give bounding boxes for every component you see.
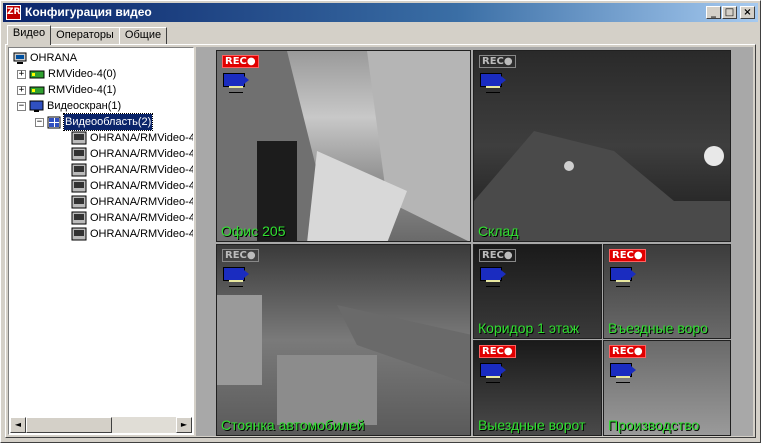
camera-feed-image <box>217 51 470 241</box>
tree-item-rmvideo-0[interactable]: + RMVideo-4(0) <box>17 66 116 82</box>
tab-video[interactable]: Видео <box>7 25 51 45</box>
maximize-button[interactable]: □ <box>722 6 737 19</box>
expand-icon[interactable]: + <box>17 69 26 79</box>
camera-link-icon <box>71 147 87 161</box>
tree-leaf-camera[interactable]: OHRANA/RMVideo-4 <box>71 130 194 146</box>
camera-icon[interactable] <box>610 267 636 281</box>
window-title: Конфигурация видео <box>25 5 152 19</box>
computer-icon <box>13 52 27 64</box>
camera-mount-icon <box>486 376 500 383</box>
tree-item-videoscreen[interactable]: − Видеоскран(1) <box>17 98 121 114</box>
camera-label: Офис 205 <box>221 223 286 239</box>
scroll-right-button[interactable]: ► <box>176 417 192 433</box>
expand-icon[interactable]: + <box>17 85 26 95</box>
camera-label: Склад <box>478 223 519 239</box>
app-icon: ZR <box>6 5 21 20</box>
horizontal-scrollbar[interactable]: ◄ ► <box>10 417 192 433</box>
camera-feed-image <box>217 295 470 425</box>
tree-item-rmvideo-1[interactable]: + RMVideo-4(1) <box>17 82 116 98</box>
title-bar[interactable]: ZR Конфигурация видео _ □ × <box>3 3 758 22</box>
rec-indicator: REC● <box>609 249 646 262</box>
camera-icon[interactable] <box>480 363 506 377</box>
camera-view-parking[interactable]: REC● Стоянка автомобилей <box>216 244 471 436</box>
tree-leaf-label: OHRANA/RMVideo-4 <box>90 132 194 144</box>
camera-mount-icon <box>486 280 500 287</box>
camera-link-icon <box>71 211 87 225</box>
tab-operators[interactable]: Операторы <box>50 27 120 44</box>
video-grid: REC● Офис 205 REC● Склад REC● Стоянка ав… <box>196 47 753 436</box>
camera-label: Стоянка автомобилей <box>221 417 365 433</box>
scroll-thumb[interactable] <box>26 417 112 433</box>
camera-icon[interactable] <box>223 73 249 87</box>
camera-view-office[interactable]: REC● Офис 205 <box>216 50 471 242</box>
tree-leaf-label: OHRANA/RMVideo-4 <box>90 212 194 224</box>
camera-view-exit-gates[interactable]: REC● Выездные ворот <box>473 340 602 436</box>
tree-leaf-camera[interactable]: OHRANA/RMVideo-4 <box>71 146 194 162</box>
camera-view-warehouse[interactable]: REC● Склад <box>473 50 731 242</box>
tree-leaf-camera[interactable]: OHRANA/RMVideo-4 <box>71 226 194 242</box>
camera-view-production[interactable]: REC● Производство <box>603 340 731 436</box>
camera-link-icon <box>71 195 87 209</box>
camera-mount-icon <box>616 280 630 287</box>
tree-leaf-label: OHRANA/RMVideo-4 <box>90 164 194 176</box>
camera-link-icon <box>71 131 87 145</box>
camera-mount-icon <box>229 86 243 93</box>
camera-label: Выездные ворот <box>478 417 586 433</box>
close-button[interactable]: × <box>740 6 755 19</box>
rec-indicator: REC● <box>222 249 259 262</box>
tab-general[interactable]: Общие <box>119 27 167 44</box>
tree-leaf-camera[interactable]: OHRANA/RMVideo-4 <box>71 210 194 226</box>
collapse-icon[interactable]: − <box>35 117 44 127</box>
monitor-icon <box>29 100 44 112</box>
minimize-button[interactable]: _ <box>706 6 721 19</box>
config-tree[interactable]: OHRANA + RMVideo-4(0) + RMVideo-4(1) − В… <box>8 47 194 435</box>
tree-leaf-label: OHRANA/RMVideo-4 <box>90 196 194 208</box>
tree-item-label: Видеообласть(2) <box>62 113 154 131</box>
rec-indicator: REC● <box>479 345 516 358</box>
camera-label: Въездные воро <box>608 320 708 336</box>
tab-panel: OHRANA + RMVideo-4(0) + RMVideo-4(1) − В… <box>5 44 756 438</box>
tree-leaf-camera[interactable]: OHRANA/RMVideo-4 <box>71 178 194 194</box>
scroll-left-button[interactable]: ◄ <box>10 417 26 433</box>
tree-leaf-camera[interactable]: OHRANA/RMVideo-4 <box>71 162 194 178</box>
tree-leaf-label: OHRANA/RMVideo-4 <box>90 228 194 240</box>
tree-item-label: RMVideo-4(1) <box>48 84 117 96</box>
camera-link-icon <box>71 227 87 241</box>
camera-view-entry-gates[interactable]: REC● Въездные воро <box>603 244 731 339</box>
tree-leaf-label: OHRANA/RMVideo-4 <box>90 148 194 160</box>
tree-root-label: OHRANA <box>30 52 78 64</box>
camera-feed-image <box>474 131 730 241</box>
collapse-icon[interactable]: − <box>17 101 26 111</box>
device-icon <box>29 86 45 95</box>
camera-link-icon <box>71 179 87 193</box>
camera-icon[interactable] <box>610 363 636 377</box>
camera-mount-icon <box>486 86 500 93</box>
camera-mount-icon <box>616 376 630 383</box>
camera-link-icon <box>71 163 87 177</box>
device-icon <box>29 70 45 79</box>
camera-view-corridor[interactable]: REC● Коридор 1 этаж <box>473 244 602 339</box>
tree-item-label: Видеоскран(1) <box>47 100 122 112</box>
rec-indicator: REC● <box>479 249 516 262</box>
tree-item-label: RMVideo-4(0) <box>48 68 117 80</box>
camera-label: Коридор 1 этаж <box>478 320 580 336</box>
camera-icon[interactable] <box>480 73 506 87</box>
tree-root[interactable]: OHRANA <box>13 50 77 66</box>
rec-indicator: REC● <box>222 55 259 68</box>
camera-label: Производство <box>608 417 700 433</box>
camera-icon[interactable] <box>480 267 506 281</box>
camera-icon[interactable] <box>223 267 249 281</box>
config-window: ZR Конфигурация видео _ □ × Видео Операт… <box>0 0 761 443</box>
grid-icon <box>47 116 61 128</box>
camera-mount-icon <box>229 280 243 287</box>
tree-leaf-camera[interactable]: OHRANA/RMVideo-4 <box>71 194 194 210</box>
tree-leaf-label: OHRANA/RMVideo-4 <box>90 180 194 192</box>
rec-indicator: REC● <box>609 345 646 358</box>
tree-item-videoarea[interactable]: − Видеообласть(2) <box>35 113 154 131</box>
rec-indicator: REC● <box>479 55 516 68</box>
